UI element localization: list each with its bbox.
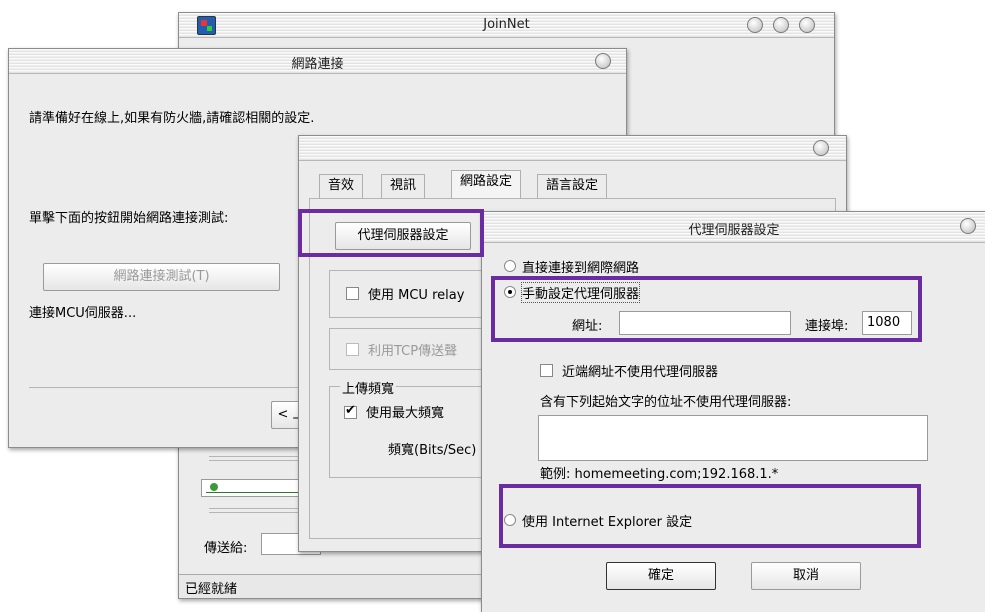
bypass-local-checkbox[interactable] <box>540 364 553 377</box>
network-instruction-text: 單擊下面的按鈕開始網路連接測試: <box>29 211 229 226</box>
status-text: 已經就緒 <box>185 582 238 597</box>
tab-audio[interactable]: 音效 <box>319 174 364 198</box>
bandwidth-label: 頻寬(Bits/Sec) <box>388 443 477 458</box>
upload-bandwidth-title: 上傳頻寬 <box>340 378 397 397</box>
checkmark-icon: ✔ <box>345 403 356 418</box>
direct-connection-label: 直接連接到網際網路 <box>522 261 640 276</box>
direct-connection-radio[interactable] <box>504 260 516 272</box>
exclude-list-label: 含有下列起始文字的位址不使用代理伺服器: <box>540 395 792 410</box>
connect-status-text: 連接MCU伺服器... <box>29 306 137 321</box>
tcp-group: 利用TCP傳送聲 <box>329 328 499 370</box>
max-bandwidth-label: 使用最大頻寬 <box>366 406 445 421</box>
tcp-checkbox[interactable] <box>346 343 359 356</box>
mcu-relay-label: 使用 MCU relay <box>368 288 465 303</box>
tab-language-settings[interactable]: 語言設定 <box>537 174 608 198</box>
settings-dialog-titlebar <box>299 136 846 161</box>
network-dialog-titlebar: 網路連接 <box>9 49 626 74</box>
network-test-button[interactable]: 網路連接測試(T) <box>43 263 280 291</box>
mcu-relay-checkbox[interactable] <box>346 287 359 300</box>
joinnet-title: JoinNet <box>483 17 530 32</box>
ok-button[interactable]: 確定 <box>606 562 716 590</box>
ie-settings-label: 使用 Internet Explorer 設定 <box>522 515 693 530</box>
upload-bandwidth-group: 上傳頻寬 ✔ 使用最大頻寬 頻寬(Bits/Sec) <box>329 378 499 478</box>
proxy-settings-dialog: 代理伺服器設定 直接連接到網際網路 手動設定代理伺服器 網址: 連接埠: 108… <box>481 211 985 612</box>
proxy-settings-button[interactable]: 代理伺服器設定 <box>335 222 471 250</box>
port-label: 連接埠: <box>805 319 849 334</box>
mcu-relay-group: 使用 MCU relay <box>329 270 499 318</box>
exclude-list-textarea[interactable] <box>538 415 928 461</box>
proxy-dialog-titlebar: 代理伺服器設定 <box>482 212 985 243</box>
joinnet-titlebar: JoinNet <box>179 13 834 38</box>
address-label: 網址: <box>572 319 603 334</box>
close-icon[interactable] <box>960 218 976 234</box>
proxy-dialog-title: 代理伺服器設定 <box>688 223 780 238</box>
max-bandwidth-checkbox[interactable]: ✔ <box>344 403 357 419</box>
manual-proxy-radio[interactable] <box>504 286 516 298</box>
proxy-port-input[interactable]: 1080 <box>862 311 912 335</box>
send-to-label: 傳送給: <box>204 541 248 556</box>
ie-settings-radio[interactable] <box>504 514 516 526</box>
minimize-icon[interactable] <box>747 17 763 33</box>
tcp-label: 利用TCP傳送聲 <box>368 344 458 359</box>
tab-network-settings[interactable]: 網路設定 <box>451 170 522 198</box>
close-icon[interactable] <box>813 140 829 156</box>
network-dialog-title: 網路連接 <box>291 57 344 72</box>
bypass-local-label: 近端網址不使用代理伺服器 <box>562 365 719 380</box>
maximize-icon[interactable] <box>773 17 789 33</box>
proxy-address-input[interactable] <box>619 311 791 335</box>
close-icon[interactable] <box>799 17 815 33</box>
tab-video[interactable]: 視訊 <box>381 174 426 198</box>
user-icon <box>210 483 218 491</box>
cancel-button[interactable]: 取消 <box>751 562 861 590</box>
manual-proxy-label: 手動設定代理伺服器 <box>520 282 641 303</box>
close-icon[interactable] <box>595 53 611 69</box>
example-text: 範例: homemeeting.com;192.168.1.* <box>540 467 779 482</box>
network-intro-text: 請準備好在線上,如果有防火牆,請確認相關的設定. <box>29 111 315 126</box>
participant-bar[interactable] <box>201 479 311 497</box>
